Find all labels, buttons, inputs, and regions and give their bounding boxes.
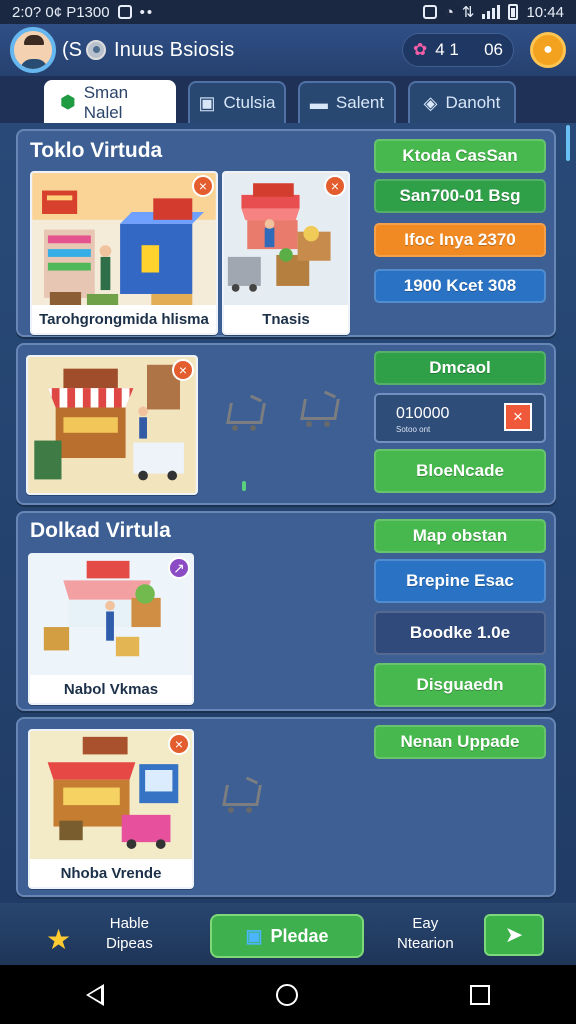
scrollbar[interactable] (564, 123, 572, 903)
status-time: 10:44 (526, 3, 564, 21)
star-icon[interactable]: ★ (46, 923, 71, 956)
card-action-button-1[interactable]: Ktoda CasSan (374, 139, 546, 173)
store-thumbnail-2[interactable]: × Tnasis (222, 171, 350, 335)
cart-icon (224, 394, 266, 435)
header-prefix: (S (62, 38, 82, 61)
profile-button[interactable]: ● (530, 32, 566, 68)
person-icon: ● (543, 41, 553, 58)
nfc-icon (422, 5, 437, 19)
card-action-button-3[interactable]: Boodke 1.0e (374, 611, 546, 655)
wifi-icon: ◔ (444, 3, 454, 21)
bottom-left-line-2: Dipeas (106, 935, 153, 952)
close-icon[interactable]: × (324, 175, 346, 197)
status-right: ◔ ⇅ 10:44 (422, 3, 564, 21)
bottom-right-line-2: Ntearion (397, 935, 454, 952)
store-thumbnail-3[interactable]: × (26, 355, 198, 495)
tab-store-label: Sman Nalel (83, 82, 129, 122)
currency-display: ✿ 4 1 06 (402, 33, 514, 67)
signal-icon (482, 5, 501, 19)
card-action-button-1[interactable]: Dmcaol (374, 351, 546, 385)
thumbnail-caption: Tarohgrongmida hlisma (32, 305, 216, 333)
close-icon[interactable]: × (172, 359, 194, 381)
home-icon[interactable] (276, 983, 298, 1006)
bottom-left-line-1: Hable (109, 915, 149, 932)
card-action-button-2[interactable]: BloeNcade (374, 449, 546, 493)
store-card-1: Toklo Virtuda × Tarohgrongmida hlisma × … (16, 129, 556, 337)
expand-icon[interactable]: ↗ (168, 557, 190, 579)
price-panel: 010000 Sotoo ont × (374, 393, 546, 443)
remove-icon[interactable]: × (504, 403, 532, 431)
tab-delivery[interactable]: ▬ Salent (298, 81, 396, 123)
card-action-button-2[interactable]: Brepine Esac (374, 559, 546, 603)
brand-badge-icon (86, 40, 106, 60)
close-icon[interactable]: × (192, 175, 214, 197)
android-navigation-bar (0, 965, 576, 1024)
page-title: Inuus Bsiosis (114, 38, 235, 61)
card-action-button-2[interactable]: San700-01 Bsg (374, 179, 546, 213)
store-list: Toklo Virtuda × Tarohgrongmida hlisma × … (0, 123, 576, 903)
card-title: Dolkad Virtula (30, 519, 171, 542)
card-action-button-1[interactable]: Nenan Uppade (374, 725, 546, 759)
tab-tasks[interactable]: ▣ Ctulsia (188, 81, 286, 123)
recent-apps-icon[interactable] (470, 984, 490, 1005)
clipboard-icon: ▣ (198, 92, 216, 113)
status-left-text: 2:0? 0¢ P1300 (12, 3, 110, 21)
battery-icon (508, 4, 519, 20)
package-icon: ▣ (245, 925, 263, 946)
store-card-4: × Nhoba Vrende Nenan Uppade (16, 717, 556, 897)
tab-delivery-label: Salent (335, 93, 385, 112)
thumbnail-caption: Nhoba Vrende (30, 859, 192, 887)
gem-icon: ✿ (413, 40, 428, 59)
primary-action-label: Pledae (270, 925, 329, 946)
store-thumbnail-4[interactable]: ↗ Nabol Vkmas (28, 553, 194, 705)
bottom-left-text: Hable Dipeas (106, 914, 153, 954)
tab-store[interactable]: ⬢ Sman Nalel (44, 80, 176, 123)
store-thumbnail-5[interactable]: × Nhoba Vrende (28, 729, 194, 889)
app-screen: 2:0? 0¢ P1300 •• ◔ ⇅ 10:44 (S Inuus Bsio… (0, 0, 576, 1024)
tab-bar: ⬢ Sman Nalel ▣ Ctulsia ▬ Salent ◈ Danoht (18, 80, 558, 123)
card-action-button-1[interactable]: Map obstan (374, 519, 546, 553)
currency-value-a: 4 1 (435, 40, 459, 59)
send-icon: ➤ (504, 922, 524, 947)
card-title: Toklo Virtuda (30, 139, 163, 162)
price-subtext: Sotoo ont (396, 425, 431, 434)
data-icon: ⇅ (461, 4, 475, 21)
tab-shop-label: Danoht (445, 93, 501, 112)
truck-icon: ▬ (309, 92, 328, 113)
price-value: 010000 (396, 405, 450, 422)
tab-tasks-label: Ctulsia (223, 93, 276, 112)
app-header: (S Inuus Bsiosis ✿ 4 1 06 ● (0, 24, 576, 76)
status-left: 2:0? 0¢ P1300 •• (12, 4, 154, 21)
card-action-button-4[interactable]: 1900 Kcet 308 (374, 269, 546, 303)
bottom-right-line-1: Eay (412, 915, 439, 932)
tab-shop[interactable]: ◈ Danoht (408, 81, 516, 123)
status-bar: 2:0? 0¢ P1300 •• ◔ ⇅ 10:44 (0, 0, 576, 24)
more-icon: •• (139, 3, 155, 21)
cart-icon (298, 390, 340, 431)
cart-icon (220, 776, 262, 817)
screenshot-icon (117, 5, 132, 19)
card-action-button-4[interactable]: Disguaedn (374, 663, 546, 707)
avatar[interactable] (10, 27, 56, 73)
share-button[interactable]: ➤ (484, 914, 544, 956)
store-card-2: × Dmcaol 010000 Sotoo ont × BloeNcade (16, 343, 556, 505)
store-thumbnail-1[interactable]: × Tarohgrongmida hlisma (30, 171, 218, 335)
close-icon[interactable]: × (168, 733, 190, 755)
bag-icon: ◈ (423, 92, 438, 113)
food-stall-illustration (28, 357, 196, 493)
currency-value-b: 06 (484, 40, 503, 59)
card-action-button-3[interactable]: Ifoc Inya 2370 (374, 223, 546, 257)
bottom-toolbar: ★ Hable Dipeas ▣ Pledae Eay Ntearion ➤ (0, 903, 576, 965)
shield-check-icon: ⬢ (60, 92, 76, 112)
thumbnail-caption: Nabol Vkmas (30, 675, 192, 703)
primary-action-button[interactable]: ▣ Pledae (210, 914, 364, 958)
thumbnail-caption: Tnasis (224, 305, 348, 333)
store-card-3: Dolkad Virtula ↗ Nabol Vkmas Map obstan … (16, 511, 556, 711)
bottom-right-text: Eay Ntearion (397, 914, 454, 954)
sprout-icon (242, 481, 246, 491)
back-icon[interactable] (86, 983, 104, 1006)
